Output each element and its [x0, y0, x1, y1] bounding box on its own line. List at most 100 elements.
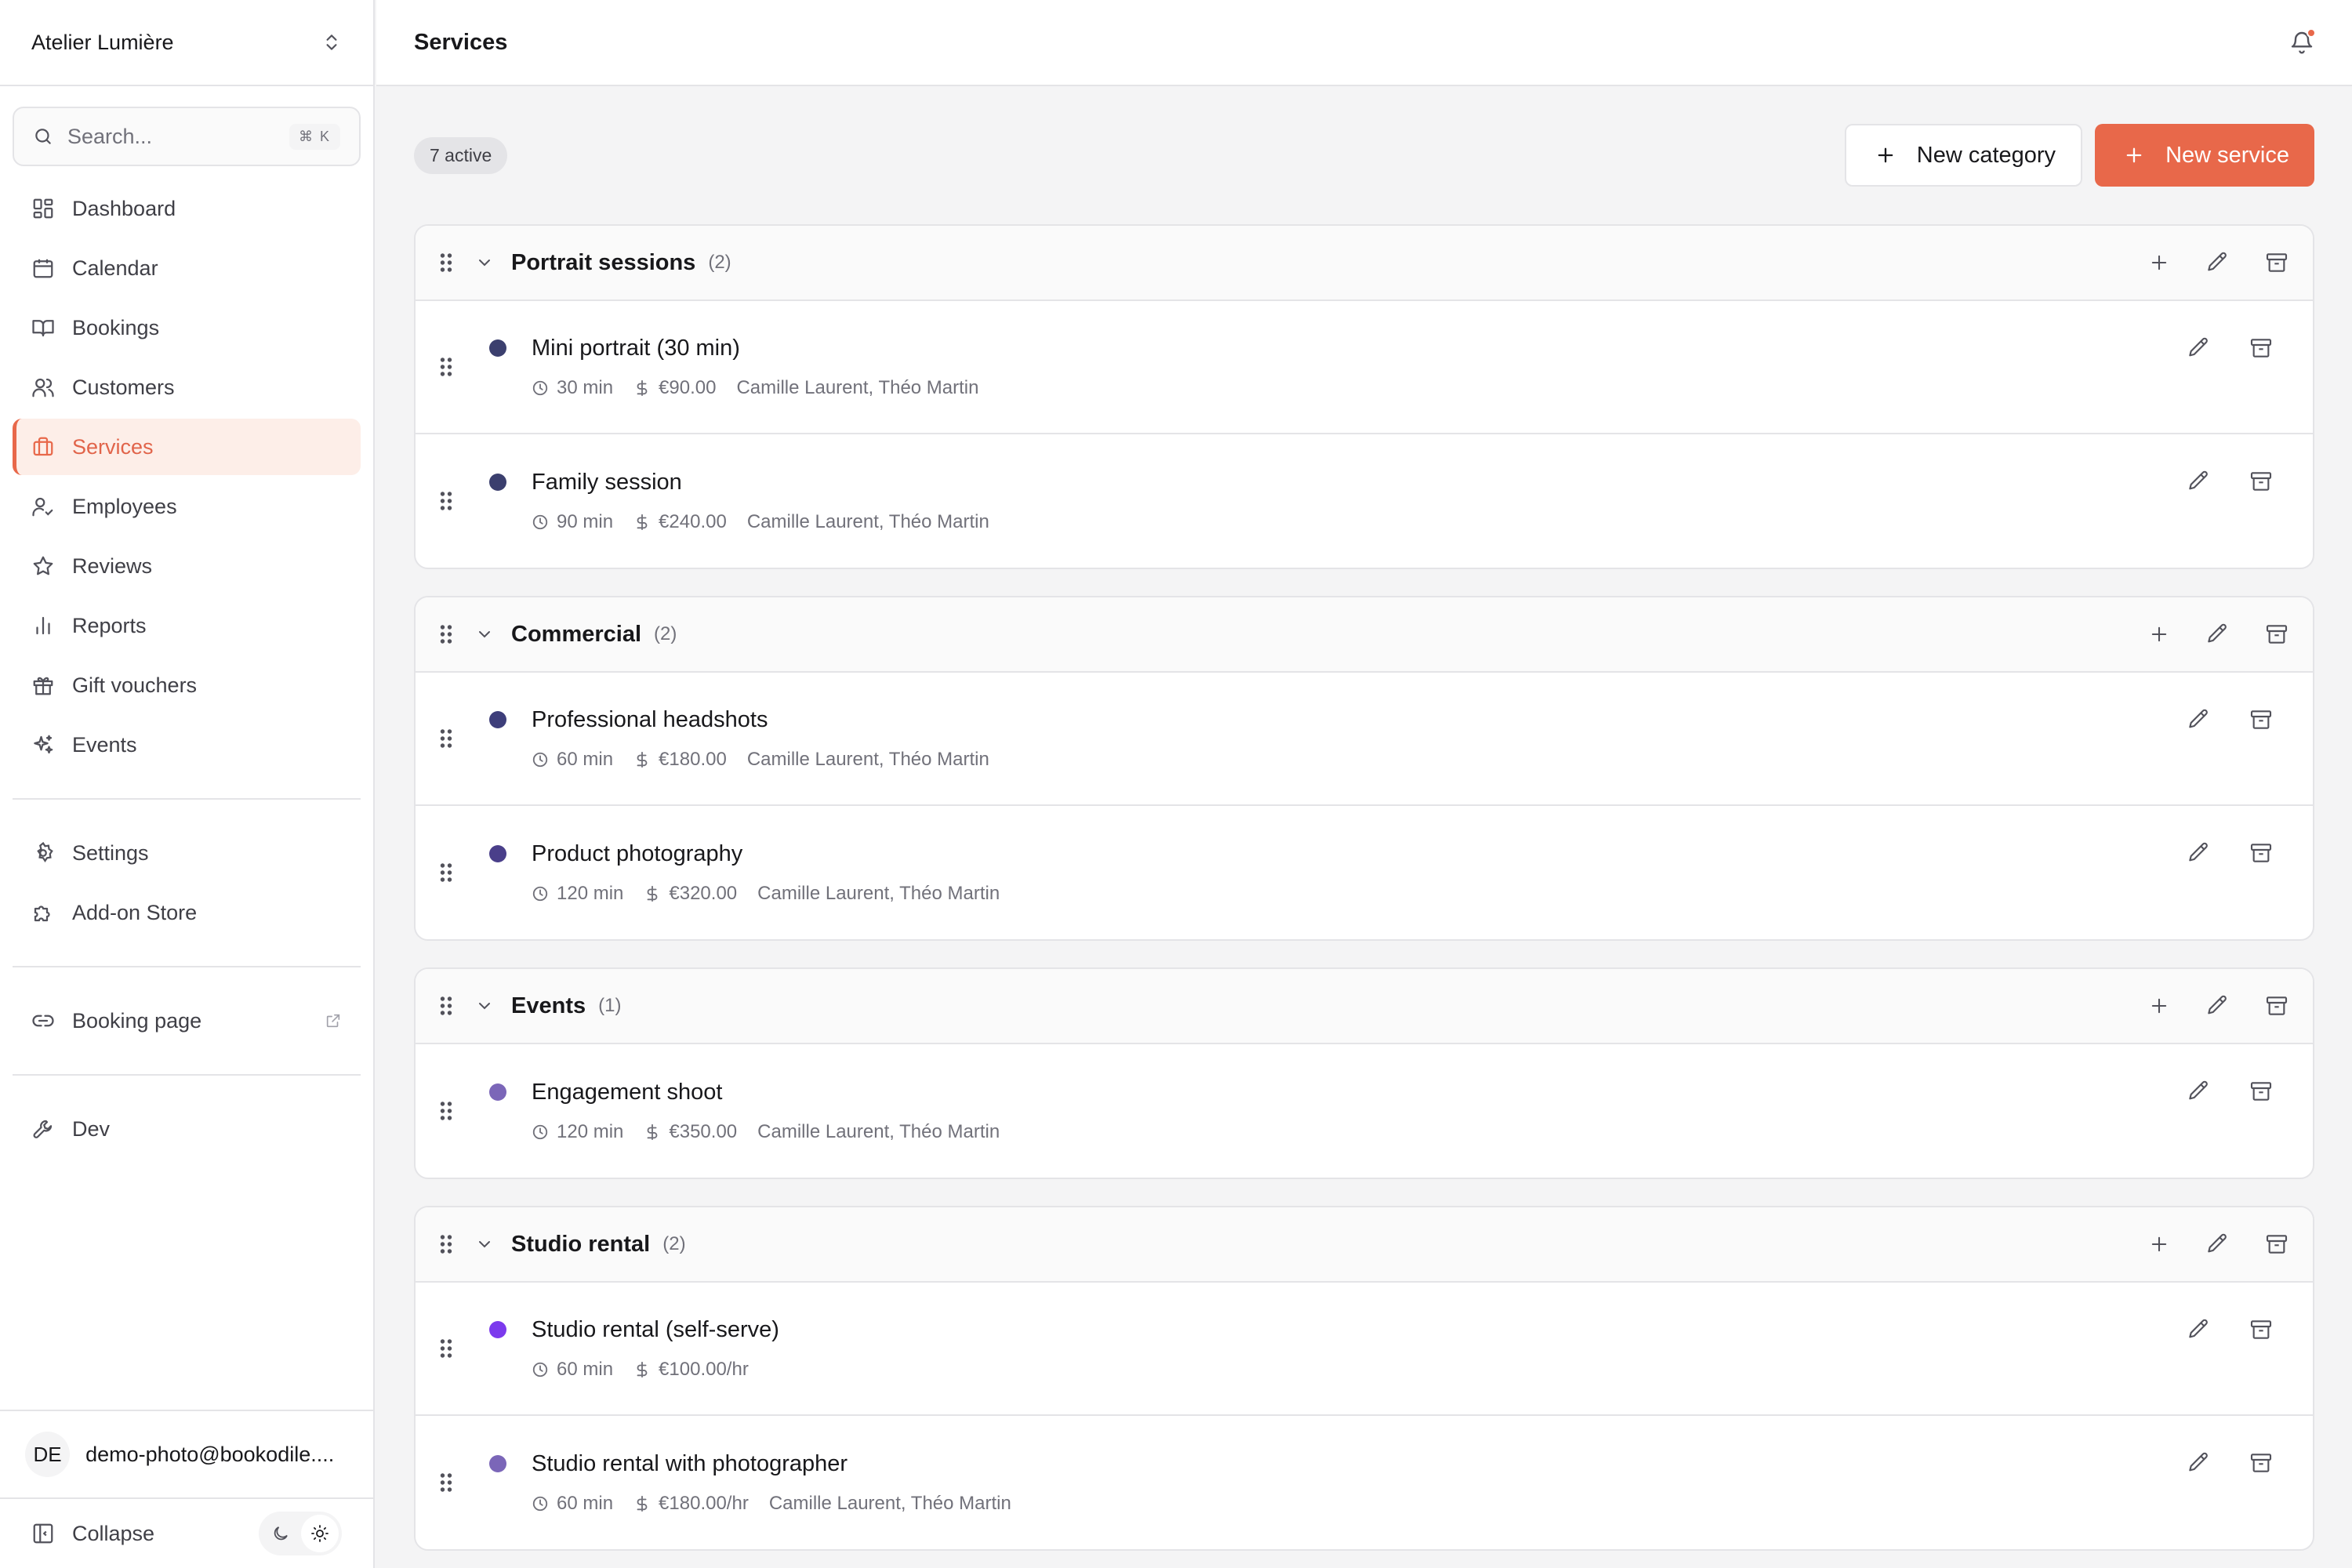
category-actions: [2148, 993, 2289, 1018]
edit-service-icon[interactable]: [2186, 840, 2211, 866]
top-bar: Services: [376, 0, 2352, 86]
sidebar-item-bookings[interactable]: Bookings: [13, 299, 361, 356]
sidebar-item-reports[interactable]: Reports: [13, 597, 361, 654]
category-header: Studio rental (2): [416, 1207, 2313, 1283]
sidebar-item-services[interactable]: Services: [13, 419, 361, 475]
chevron-down-icon[interactable]: [475, 996, 494, 1015]
edit-service-icon[interactable]: [2186, 1079, 2211, 1104]
sidebar-item-gift-vouchers[interactable]: Gift vouchers: [13, 657, 361, 713]
archive-service-icon[interactable]: [2249, 707, 2274, 732]
service-meta: 120 min €350.00 Camille Laurent, Théo Mart…: [532, 1121, 1000, 1143]
archive-category-icon[interactable]: [2264, 993, 2289, 1018]
drag-handle-icon[interactable]: [437, 622, 455, 646]
drag-handle-icon[interactable]: [437, 861, 455, 884]
archive-service-icon[interactable]: [2249, 1450, 2274, 1475]
sidebar-item-customers[interactable]: Customers: [13, 359, 361, 416]
archive-service-icon[interactable]: [2249, 1079, 2274, 1104]
service-name: Professional headshots: [532, 706, 768, 732]
archive-category-icon[interactable]: [2264, 1232, 2289, 1257]
add-service-icon[interactable]: [2148, 252, 2170, 274]
sidebar-item-dashboard[interactable]: Dashboard: [13, 180, 361, 237]
service-meta: 60 min €100.00/hr: [532, 1359, 779, 1381]
drag-handle-icon[interactable]: [437, 1099, 455, 1123]
chevron-down-icon[interactable]: [475, 253, 494, 272]
chevron-down-icon[interactable]: [475, 1235, 494, 1254]
service-meta: 120 min €320.00 Camille Laurent, Théo Mart…: [532, 883, 1000, 905]
theme-toggle[interactable]: [259, 1512, 342, 1555]
sidebar-divider: [13, 798, 361, 800]
service-row[interactable]: Engagement shoot 120 min €350.00 Camille La…: [416, 1044, 2313, 1178]
duration: 30 min: [532, 377, 613, 399]
sidebar-item-reviews[interactable]: Reviews: [13, 538, 361, 594]
add-service-icon[interactable]: [2148, 623, 2170, 645]
add-service-icon[interactable]: [2148, 1233, 2170, 1255]
staff-list: Camille Laurent, Théo Martin: [757, 1120, 1000, 1142]
collapse-button[interactable]: Collapse: [72, 1522, 154, 1546]
archive-category-icon[interactable]: [2264, 622, 2289, 647]
new-service-button[interactable]: New service: [2095, 124, 2314, 187]
edit-service-icon[interactable]: [2186, 707, 2211, 732]
category-card: Commercial (2) Professional headshots 60 mi…: [414, 596, 2314, 941]
category-count: (2): [654, 623, 677, 644]
service-title-row: Engagement shoot: [489, 1080, 1000, 1105]
sidebar-item-addon-store[interactable]: Add-on Store: [13, 884, 361, 941]
drag-handle-icon[interactable]: [437, 355, 455, 379]
add-service-icon[interactable]: [2148, 995, 2170, 1017]
sidebar-item-booking-page[interactable]: Booking page: [13, 993, 361, 1049]
edit-service-icon[interactable]: [2186, 1450, 2211, 1475]
chevron-down-icon[interactable]: [475, 625, 494, 644]
archive-service-icon[interactable]: [2249, 840, 2274, 866]
search-input[interactable]: Search... ⌘ K: [13, 107, 361, 166]
edit-category-icon[interactable]: [2205, 1232, 2230, 1257]
edit-category-icon[interactable]: [2205, 622, 2230, 647]
archive-service-icon[interactable]: [2249, 469, 2274, 494]
service-row[interactable]: Studio rental with photographer 60 min €18…: [416, 1416, 2313, 1549]
sidebar-item-label: Customers: [72, 375, 175, 399]
category-count: (2): [662, 1233, 686, 1254]
sidebar-collapse-icon[interactable]: [31, 1522, 55, 1545]
service-row[interactable]: Product photography 120 min €320.00 Camille…: [416, 806, 2313, 939]
sidebar-item-label: Bookings: [72, 315, 160, 339]
sidebar-item-dev[interactable]: Dev: [13, 1101, 361, 1157]
dollar-icon: [644, 1123, 661, 1141]
drag-handle-icon[interactable]: [437, 1337, 455, 1360]
edit-service-icon[interactable]: [2186, 336, 2211, 361]
drag-handle-icon[interactable]: [437, 1232, 455, 1256]
sidebar-item-calendar[interactable]: Calendar: [13, 240, 361, 296]
drag-handle-icon[interactable]: [437, 251, 455, 274]
clock-icon: [532, 1495, 549, 1512]
edit-category-icon[interactable]: [2205, 993, 2230, 1018]
archive-service-icon[interactable]: [2249, 1317, 2274, 1342]
drag-handle-icon[interactable]: [437, 727, 455, 750]
bell-icon[interactable]: [2289, 28, 2316, 55]
service-row[interactable]: Professional headshots 60 min €180.00 Camil…: [416, 673, 2313, 806]
sidebar-item-events[interactable]: Events: [13, 717, 361, 773]
service-meta: 30 min €90.00 Camille Laurent, Théo Martin: [532, 377, 979, 399]
light-mode-button[interactable]: [301, 1515, 339, 1552]
main-content: Services 7 active New category New servi…: [376, 0, 2352, 1568]
edit-service-icon[interactable]: [2186, 1317, 2211, 1342]
staff-list: Camille Laurent, Théo Martin: [736, 376, 979, 398]
dark-mode-button[interactable]: [262, 1515, 299, 1552]
service-row[interactable]: Mini portrait (30 min) 30 min €90.00 Camill…: [416, 301, 2313, 434]
duration: 60 min: [532, 749, 613, 771]
drag-handle-icon[interactable]: [437, 489, 455, 513]
sidebar-item-employees[interactable]: Employees: [13, 478, 361, 535]
edit-service-icon[interactable]: [2186, 469, 2211, 494]
drag-handle-icon[interactable]: [437, 1471, 455, 1494]
category-title: Studio rental: [511, 1231, 651, 1257]
service-row[interactable]: Studio rental (self-serve) 60 min €100.00/…: [416, 1283, 2313, 1416]
sidebar-item-settings[interactable]: Settings: [13, 825, 361, 881]
sidebar-item-label: Services: [72, 434, 154, 459]
new-category-button[interactable]: New category: [1844, 124, 2083, 187]
archive-service-icon[interactable]: [2249, 336, 2274, 361]
clock-icon: [532, 1123, 549, 1141]
edit-category-icon[interactable]: [2205, 250, 2230, 275]
drag-handle-icon[interactable]: [437, 994, 455, 1018]
sidebar-item-label: Add-on Store: [72, 900, 198, 924]
user-menu[interactable]: DE demo-photo@bookodile....: [0, 1410, 373, 1499]
puzzle-icon: [31, 901, 55, 924]
archive-category-icon[interactable]: [2264, 250, 2289, 275]
service-row[interactable]: Family session 90 min €240.00 Camille Laure…: [416, 434, 2313, 568]
org-switcher[interactable]: Atelier Lumière: [0, 0, 373, 86]
